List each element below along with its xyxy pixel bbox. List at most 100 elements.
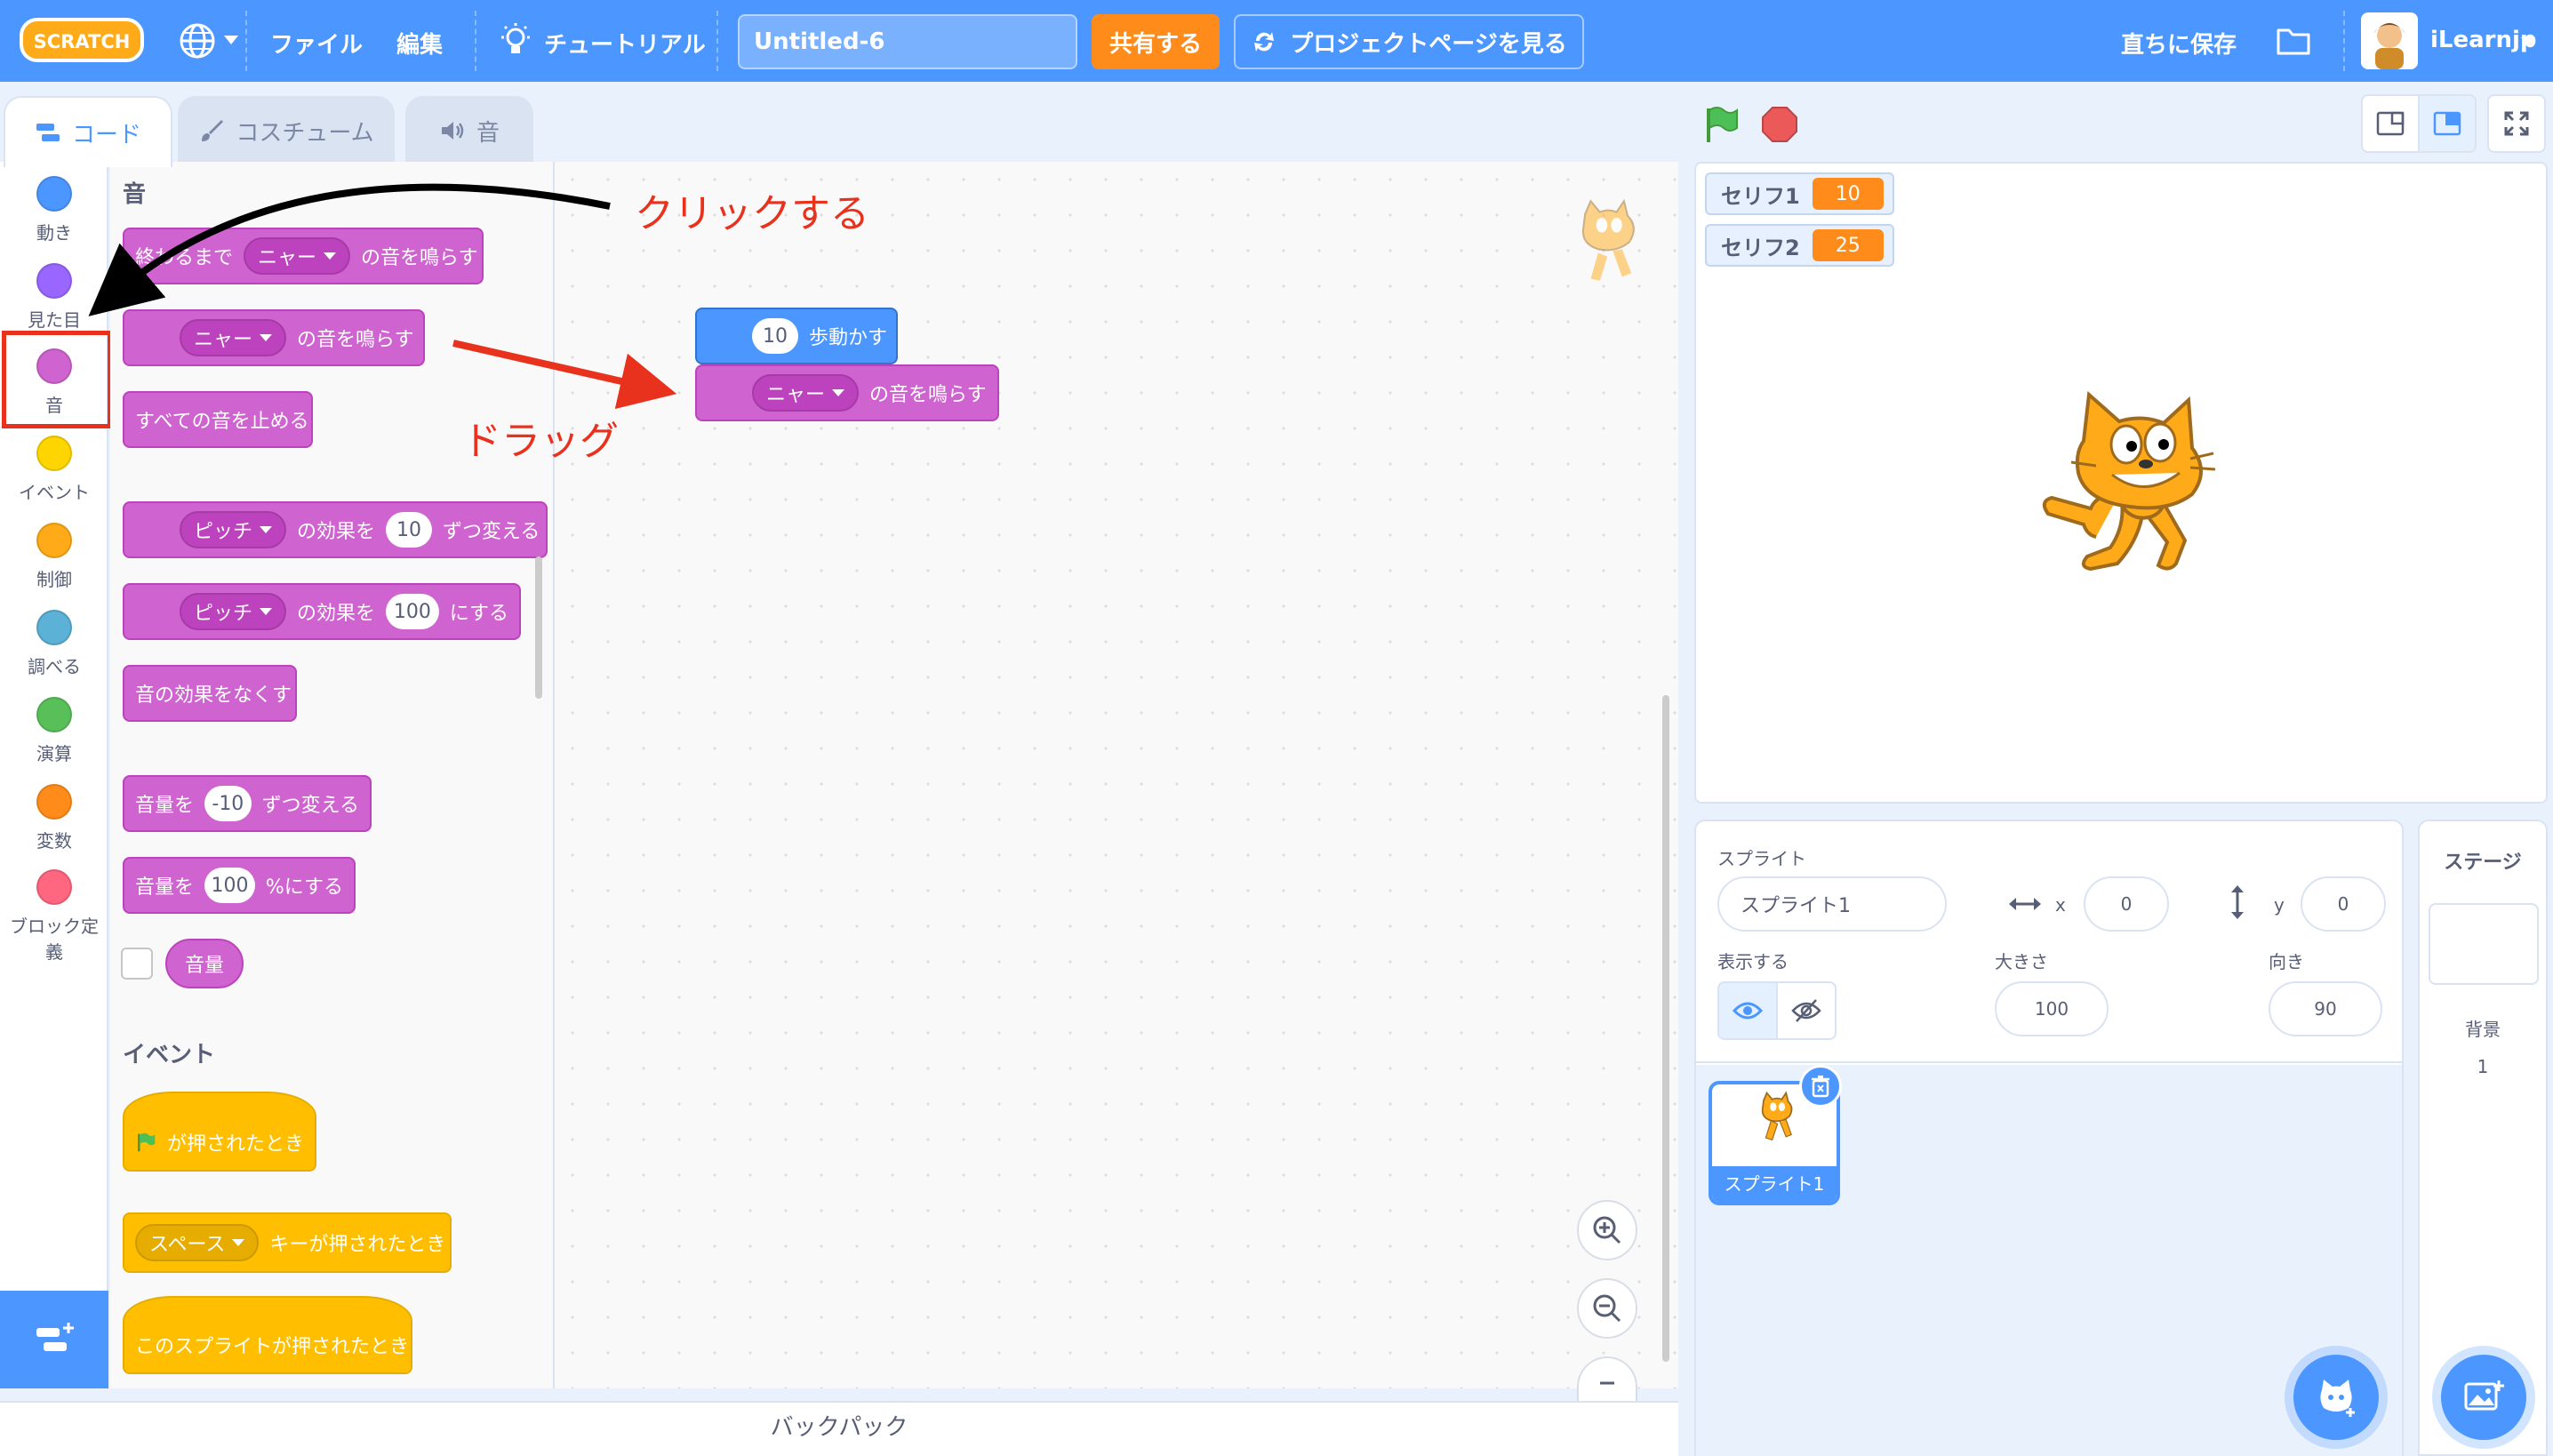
stage-canvas[interactable]: セリフ1 10 セリフ2 25 bbox=[1694, 162, 2548, 804]
key-dropdown[interactable]: スペース bbox=[135, 1224, 260, 1261]
tab-code[interactable]: コード bbox=[4, 96, 172, 167]
cat-sprite[interactable] bbox=[2034, 391, 2221, 578]
globe-icon[interactable] bbox=[178, 21, 217, 60]
green-flag-icon[interactable] bbox=[1701, 105, 1741, 144]
project-title-input[interactable] bbox=[738, 14, 1077, 69]
project-page-button[interactable]: プロジェクトページを見る bbox=[1234, 14, 1584, 69]
scratch-logo[interactable]: SCRATCH bbox=[20, 14, 144, 66]
tutorial-menu[interactable]: チュートリアル bbox=[544, 27, 706, 60]
save-now-button[interactable]: 直ちに保存 bbox=[2121, 27, 2237, 60]
start-sound-block[interactable]: ニャー の音を鳴らす bbox=[695, 364, 999, 421]
category-control[interactable]: 制御 bbox=[0, 523, 108, 591]
volume-value-input[interactable]: 100 bbox=[204, 868, 255, 903]
volume-value-input[interactable]: -10 bbox=[204, 786, 252, 821]
variable-monitor: セリフ2 25 bbox=[1705, 224, 1894, 267]
chevron-down-icon[interactable] bbox=[2521, 37, 2535, 46]
start-sound-block[interactable]: ニャー の音を鳴らす bbox=[123, 309, 425, 366]
effect-dropdown[interactable]: ピッチ bbox=[180, 511, 287, 548]
large-stage-button[interactable] bbox=[2418, 94, 2477, 153]
volume-reporter-block[interactable]: 音量 bbox=[165, 939, 244, 988]
workspace-scrollbar[interactable] bbox=[1662, 695, 1669, 1362]
folder-icon[interactable] bbox=[2276, 25, 2311, 57]
x-position-icon bbox=[2009, 898, 2041, 910]
small-stage-button[interactable] bbox=[2361, 94, 2420, 153]
category-events[interactable]: イベント bbox=[0, 436, 108, 504]
category-dot bbox=[36, 523, 72, 558]
add-backdrop-button[interactable] bbox=[2441, 1355, 2526, 1440]
set-volume-block[interactable]: 音量を 100 %にする bbox=[123, 857, 356, 914]
large-stage-icon bbox=[2433, 111, 2461, 136]
logo-text: SCRATCH bbox=[34, 31, 131, 52]
change-sound-effect-block[interactable]: ピッチ の効果を 10 ずつ変える bbox=[123, 501, 548, 558]
block-text: キーが押されたとき bbox=[269, 1234, 446, 1256]
category-label: 変数 bbox=[36, 830, 72, 852]
stop-icon[interactable] bbox=[1760, 105, 1799, 144]
menu-divider bbox=[245, 11, 247, 71]
block-text: にする bbox=[449, 603, 508, 625]
move-steps-block[interactable]: 10 歩動かす bbox=[695, 308, 898, 364]
sprite-name-input[interactable] bbox=[1717, 876, 1947, 932]
add-extension-button[interactable] bbox=[0, 1291, 108, 1388]
block-text: の効果を bbox=[297, 603, 376, 625]
zoom-in-button[interactable] bbox=[1577, 1200, 1637, 1260]
steps-value-input[interactable]: 10 bbox=[752, 318, 798, 354]
tab-sound[interactable]: 音 bbox=[405, 96, 533, 164]
category-my-blocks[interactable]: ブロック定義 bbox=[0, 869, 108, 964]
effect-value-input[interactable]: 10 bbox=[386, 512, 433, 548]
category-label: 演算 bbox=[36, 743, 72, 764]
size-input[interactable]: 100 bbox=[1995, 981, 2109, 1036]
set-sound-effect-block[interactable]: ピッチ の効果を 100 にする bbox=[123, 583, 521, 640]
y-position-icon bbox=[2231, 885, 2244, 919]
direction-input[interactable]: 90 bbox=[2269, 981, 2382, 1036]
lightbulb-icon[interactable] bbox=[498, 21, 533, 60]
zoom-out-button[interactable] bbox=[1577, 1278, 1637, 1339]
tab-costume[interactable]: コスチューム bbox=[178, 96, 395, 164]
delete-sprite-button[interactable] bbox=[1799, 1065, 1842, 1108]
x-position-input[interactable]: 0 bbox=[2084, 876, 2169, 932]
category-variables[interactable]: 変数 bbox=[0, 784, 108, 852]
effect-dropdown[interactable]: ピッチ bbox=[180, 593, 287, 630]
show-sprite-button[interactable] bbox=[1717, 981, 1778, 1040]
show-label: 表示する bbox=[1717, 951, 1789, 972]
chevron-down-icon[interactable] bbox=[224, 36, 238, 44]
sound-dropdown[interactable]: ニャー bbox=[244, 237, 351, 275]
script-workspace[interactable]: 10 歩動かす ニャー の音を鳴らす bbox=[555, 162, 1678, 1388]
category-operators[interactable]: 演算 bbox=[0, 697, 108, 765]
edit-menu[interactable]: 編集 bbox=[396, 27, 443, 60]
backpack[interactable]: バックパック bbox=[0, 1401, 1678, 1456]
share-button[interactable]: 共有する bbox=[1092, 14, 1220, 69]
eye-icon bbox=[1733, 1002, 1763, 1020]
block-text: の効果を bbox=[297, 521, 376, 543]
backdrop-thumbnail[interactable] bbox=[2429, 903, 2539, 985]
add-sprite-button[interactable] bbox=[2293, 1355, 2379, 1440]
hide-sprite-button[interactable] bbox=[1776, 981, 1837, 1040]
palette-scrollbar[interactable] bbox=[535, 556, 542, 699]
tab-costume-label: コスチューム bbox=[236, 119, 374, 147]
stage-pane-title: ステージ bbox=[2444, 852, 2522, 874]
trash-icon bbox=[1812, 1076, 1829, 1098]
dropdown-value: スペース bbox=[149, 1234, 226, 1256]
category-looks[interactable]: 見た目 bbox=[0, 263, 108, 332]
category-sensing[interactable]: 調べる bbox=[0, 610, 108, 678]
small-stage-icon bbox=[2376, 111, 2405, 136]
when-flag-clicked-block[interactable]: が押されたとき bbox=[123, 1092, 316, 1172]
avatar[interactable] bbox=[2361, 12, 2418, 69]
change-volume-block[interactable]: 音量を -10 ずつ変える bbox=[123, 775, 372, 832]
category-motion[interactable]: 動き bbox=[0, 176, 108, 244]
block-text: このスプライトが押されたとき bbox=[135, 1336, 410, 1358]
y-position-input[interactable]: 0 bbox=[2301, 876, 2386, 932]
effect-value-input[interactable]: 100 bbox=[386, 594, 439, 629]
dropdown-value: ピッチ bbox=[194, 521, 253, 543]
sound-dropdown[interactable]: ニャー bbox=[752, 374, 860, 412]
volume-monitor-checkbox[interactable] bbox=[121, 948, 153, 980]
file-menu[interactable]: ファイル bbox=[270, 27, 363, 60]
stop-all-sounds-block[interactable]: すべての音を止める bbox=[123, 391, 313, 448]
sound-dropdown[interactable]: ニャー bbox=[180, 319, 287, 356]
when-key-pressed-block[interactable]: スペース キーが押されたとき bbox=[123, 1212, 452, 1273]
fullscreen-button[interactable] bbox=[2487, 94, 2546, 153]
clear-sound-effects-block[interactable]: 音の効果をなくす bbox=[123, 665, 297, 722]
play-sound-until-done-block[interactable]: 終わるまで ニャー の音を鳴らす bbox=[123, 228, 484, 284]
when-sprite-clicked-block[interactable]: このスプライトが押されたとき bbox=[123, 1296, 412, 1374]
y-label: y bbox=[2274, 894, 2285, 916]
project-page-label: プロジェクトページを見る bbox=[1290, 30, 1567, 58]
